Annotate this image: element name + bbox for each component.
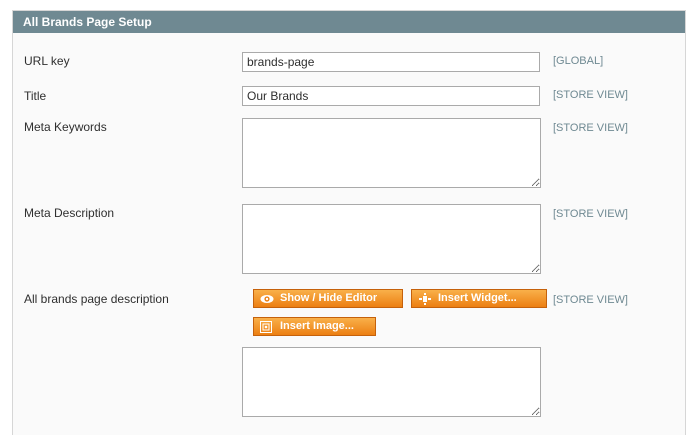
url-key-scope: [GLOBAL]	[553, 55, 604, 67]
panel-title: All Brands Page Setup	[13, 11, 685, 33]
insert-widget-label: Insert Widget...	[438, 292, 517, 304]
page-description-textarea[interactable]	[242, 347, 541, 417]
show-hide-editor-label: Show / Hide Editor	[280, 292, 378, 304]
meta-description-label: Meta Description	[24, 206, 115, 220]
meta-keywords-scope: [STORE VIEW]	[553, 122, 628, 134]
page-description-label: All brands page description	[24, 292, 169, 306]
meta-keywords-textarea[interactable]	[242, 118, 541, 188]
title-scope: [STORE VIEW]	[553, 89, 628, 101]
meta-description-scope: [STORE VIEW]	[553, 208, 628, 220]
url-key-label: URL key	[24, 54, 70, 68]
title-label: Title	[24, 89, 47, 103]
eye-icon	[260, 293, 274, 305]
title-input[interactable]	[242, 86, 540, 106]
insert-widget-button[interactable]: Insert Widget...	[411, 289, 547, 308]
image-icon	[260, 320, 274, 333]
url-key-input[interactable]	[242, 52, 540, 72]
widget-icon	[418, 292, 432, 305]
page-description-scope: [STORE VIEW]	[553, 294, 628, 306]
insert-image-button[interactable]: Insert Image...	[253, 317, 376, 336]
meta-keywords-label: Meta Keywords	[24, 120, 107, 134]
insert-image-label: Insert Image...	[280, 320, 354, 332]
meta-description-textarea[interactable]	[242, 204, 541, 274]
show-hide-editor-button[interactable]: Show / Hide Editor	[253, 289, 403, 308]
